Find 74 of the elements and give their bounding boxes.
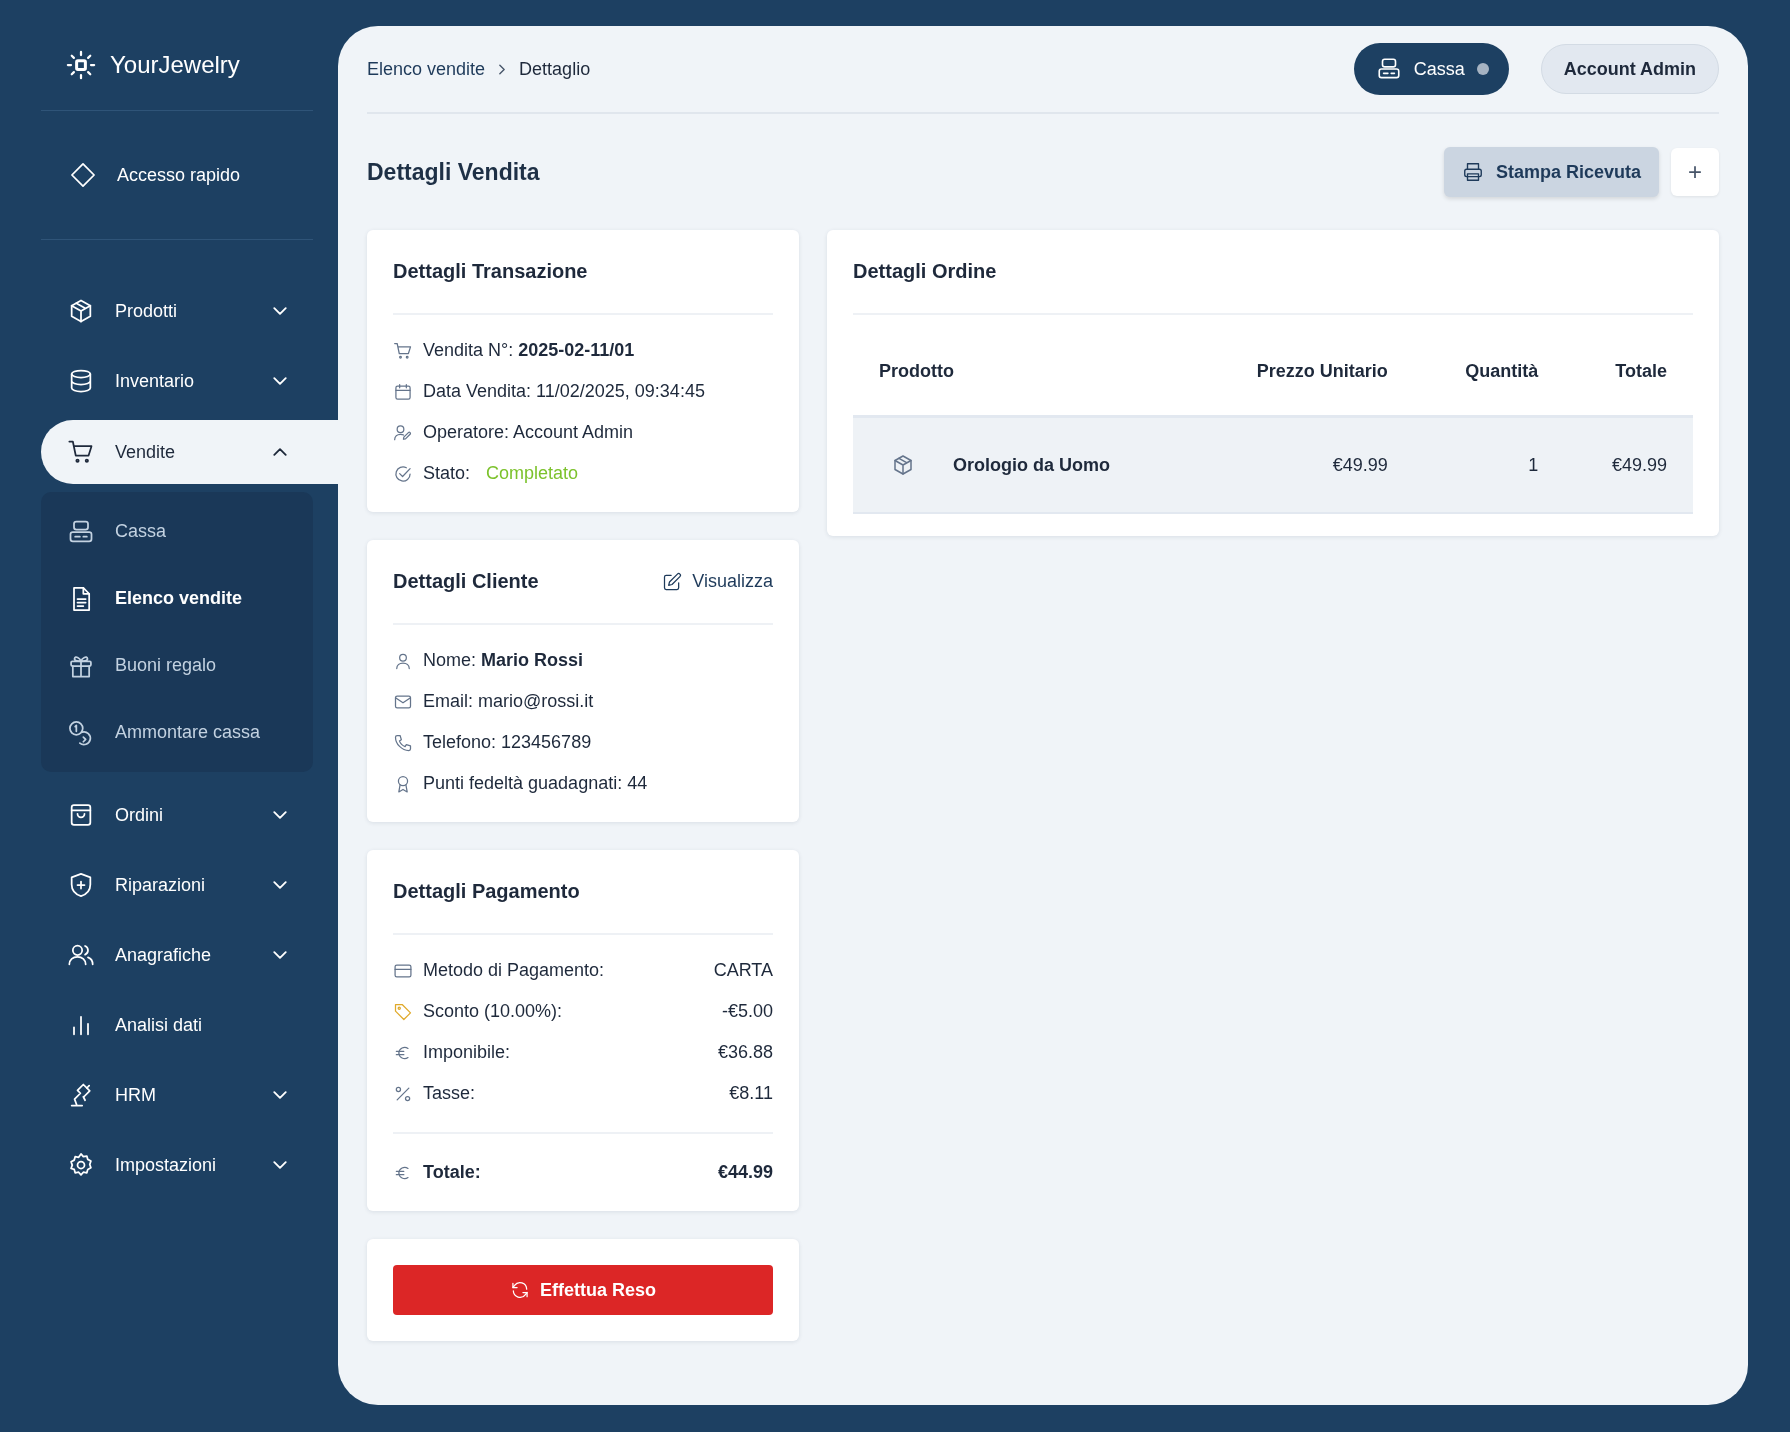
add-button[interactable]: + (1671, 148, 1719, 196)
chevron-down-icon (273, 811, 287, 819)
table-cell: €49.99 (1193, 416, 1414, 513)
detail-text: Punti fedeltà guadagnati: 44 (423, 773, 648, 794)
breadcrumb-item: Dettaglio (519, 58, 591, 80)
detail-value: €36.88 (717, 1042, 773, 1063)
submenu-item[interactable]: Elenco vendite (41, 565, 313, 632)
cart-icon (393, 340, 413, 361)
detail-label: Sconto (10.00%): (423, 1001, 563, 1022)
detail-text: Email: mario@rossi.it (423, 691, 594, 712)
nav-item[interactable]: Vendite (41, 420, 338, 484)
detail-text: Data Vendita: 11/02/2025, 09:34:45 (423, 381, 705, 402)
card-title: Dettagli Ordine (853, 260, 998, 283)
submenu-item[interactable]: Ammontare cassa (41, 699, 313, 766)
submenu-item[interactable]: Buoni regalo (41, 632, 313, 699)
return-button[interactable]: Effettua Reso (393, 1265, 773, 1315)
settings-icon (67, 1151, 95, 1179)
chevron-down-icon (273, 881, 287, 889)
nav-item[interactable]: Impostazioni (41, 1134, 313, 1196)
nav-item[interactable]: Riparazioni (41, 854, 313, 916)
print-receipt-button[interactable]: Stampa Ricevuta (1443, 147, 1659, 197)
nav-item[interactable]: Ordini (41, 784, 313, 846)
detail-label: Metodo di Pagamento: (423, 960, 605, 981)
account-button[interactable]: Account Admin (1540, 44, 1719, 94)
quick-access-link[interactable]: Accesso rapido (41, 149, 313, 201)
user-edit-icon (393, 422, 413, 443)
box-icon (891, 453, 915, 477)
edit-icon (662, 571, 683, 592)
chevron-down-icon (273, 951, 287, 959)
chevron-down-icon (273, 377, 287, 385)
sun-logo-icon (66, 50, 96, 80)
card-title: Dettagli Transazione (393, 260, 589, 283)
detail-text: Operatore: Account Admin (423, 422, 634, 443)
nav-item[interactable]: HRM (41, 1064, 313, 1126)
cash-register-button[interactable]: Cassa (1353, 43, 1509, 95)
brand-name: YourJewelry (110, 51, 240, 79)
tag-icon (393, 1001, 413, 1022)
check-circle-icon (393, 463, 413, 484)
calendar-icon (393, 381, 413, 402)
nav-item[interactable]: Anagrafiche (41, 924, 313, 986)
nav-item[interactable]: Inventario (41, 350, 313, 412)
detail-label: Imponibile: (423, 1042, 511, 1063)
phone-icon (393, 732, 413, 753)
cart-icon (67, 438, 95, 466)
detail-label: Stato: (423, 463, 471, 484)
detail-value: -€5.00 (721, 1001, 773, 1022)
total-value: €44.99 (717, 1162, 773, 1183)
chevron-up-icon (273, 448, 287, 456)
detail-label: Tasse: (423, 1083, 476, 1104)
chevron-down-icon (273, 307, 287, 315)
table-cell: €49.99 (1564, 416, 1693, 513)
detail-text: Nome: Mario Rossi (423, 650, 584, 671)
submenu-item[interactable]: Cassa (41, 498, 313, 565)
nav-item[interactable]: Prodotti (41, 280, 313, 342)
detail-text: Telefono: 123456789 (423, 732, 592, 753)
card-title: Dettagli Cliente (393, 570, 540, 593)
detail-text: Vendita N°: 2025-02-11/01 (423, 340, 635, 361)
chevron-down-icon (273, 1161, 287, 1169)
view-link[interactable]: Visualizza (662, 571, 773, 592)
printer-icon (1461, 161, 1484, 183)
status-text: Completato (486, 463, 579, 484)
table-cell: 1 (1413, 416, 1565, 513)
refresh-icon (510, 1280, 530, 1300)
detail-value: €8.11 (729, 1083, 773, 1104)
card-title: Dettagli Pagamento (393, 880, 581, 903)
page-title: Dettagli Vendita (367, 158, 541, 186)
total-label: Totale: (423, 1162, 481, 1183)
diamond-icon (69, 161, 97, 189)
product-name: Orologio da Uomo (953, 454, 1110, 476)
detail-value: CARTA (713, 960, 773, 981)
nav-item[interactable]: Analisi dati (41, 994, 313, 1056)
chevron-right-icon (499, 63, 506, 75)
chevron-down-icon (273, 1091, 287, 1099)
breadcrumb-item[interactable]: Elenco vendite (367, 58, 486, 80)
